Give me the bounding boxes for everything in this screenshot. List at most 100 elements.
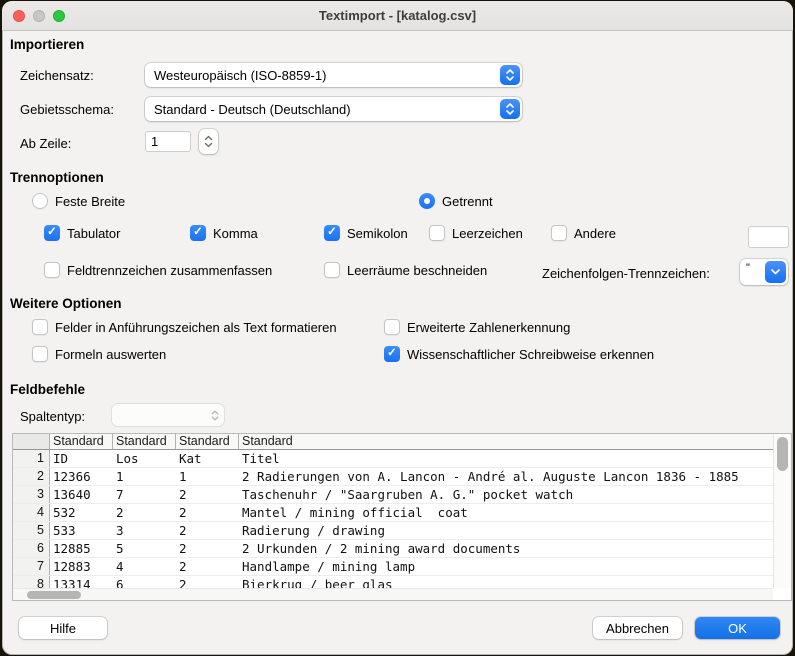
chevron-up-down-icon <box>500 65 520 85</box>
string-delimiter-label: Zeichenfolgen-Trennzeichen: <box>542 266 710 281</box>
charset-label: Zeichensatz: <box>20 68 94 83</box>
charset-select[interactable]: Westeuropäisch (ISO-8859-1) <box>145 63 522 87</box>
cell: Handlampe / mining lamp <box>239 558 773 575</box>
locale-select[interactable]: Standard - Deutsch (Deutschland) <box>145 97 522 121</box>
other-separator-input[interactable] <box>748 226 789 248</box>
cell: 2 <box>176 504 239 521</box>
cell: 2 Radierungen von A. Lancon - André al. … <box>239 468 773 485</box>
vertical-scrollbar-thumb[interactable] <box>777 437 788 471</box>
andere-label: Andere <box>574 226 616 241</box>
cell: 2 <box>176 558 239 575</box>
locale-label: Gebietsschema: <box>20 102 114 117</box>
komma-label: Komma <box>213 226 258 241</box>
tabulator-option: ✓ Tabulator <box>44 225 120 241</box>
special-numbers-label: Erweiterte Zahlenerkennung <box>407 320 570 335</box>
leerzeichen-label: Leerzeichen <box>452 226 523 241</box>
table-header-row: Standard Standard Standard Standard <box>13 434 773 450</box>
section-separator-title: Trennoptionen <box>10 170 104 185</box>
tabulator-checkbox[interactable]: ✓ <box>44 225 60 241</box>
section-import-title: Importieren <box>10 37 84 52</box>
column-header[interactable]: Standard <box>176 434 239 449</box>
charset-value: Westeuropäisch (ISO-8859-1) <box>145 68 500 83</box>
preview-grid: Standard Standard Standard Standard 1 ID… <box>13 434 773 588</box>
help-button[interactable]: Hilfe <box>19 617 107 639</box>
cell: Bierkrug / beer glas <box>239 576 773 588</box>
chevron-down-icon <box>765 261 786 283</box>
andere-option: ✓ Andere <box>551 225 616 241</box>
fixed-width-radio[interactable] <box>32 193 48 209</box>
cell: ID <box>50 450 113 467</box>
cell: Los <box>113 450 176 467</box>
cell: 5 <box>113 540 176 557</box>
cell: 3 <box>113 522 176 539</box>
close-button[interactable] <box>13 10 25 22</box>
separated-label: Getrennt <box>442 194 493 209</box>
semikolon-checkbox[interactable]: ✓ <box>324 225 340 241</box>
horizontal-scrollbar-thumb[interactable] <box>27 591 81 599</box>
separated-radio[interactable] <box>419 193 435 209</box>
merge-delimiters-checkbox[interactable]: ✓ <box>44 262 60 278</box>
column-header[interactable]: Standard <box>113 434 176 449</box>
from-row-stepper[interactable] <box>199 129 218 154</box>
cell: 1 <box>113 468 176 485</box>
row-number: 5 <box>13 522 50 539</box>
cell: 2 <box>176 522 239 539</box>
cell: 13314 <box>50 576 113 588</box>
ok-button[interactable]: OK <box>695 617 780 639</box>
table-row: 8 13314 6 2 Bierkrug / beer glas <box>13 576 773 588</box>
evaluate-formulas-label: Formeln auswerten <box>55 347 166 362</box>
title-bar[interactable]: Textimport - [katalog.csv] <box>2 1 793 31</box>
cell: Kat <box>176 450 239 467</box>
trim-spaces-checkbox[interactable]: ✓ <box>324 262 340 278</box>
quoted-as-text-checkbox[interactable]: ✓ <box>32 319 48 335</box>
chevron-up-down-icon <box>211 410 219 421</box>
section-more-title: Weitere Optionen <box>10 296 122 311</box>
checkmark-icon: ✓ <box>387 348 397 360</box>
evaluate-formulas-checkbox[interactable]: ✓ <box>32 346 48 362</box>
table-row: 1 ID Los Kat Titel <box>13 450 773 468</box>
string-delimiter-combo[interactable]: " <box>740 259 788 285</box>
special-numbers-option: ✓ Erweiterte Zahlenerkennung <box>384 319 570 335</box>
scientific-notation-checkbox[interactable]: ✓ <box>384 346 400 362</box>
fixed-width-option: Feste Breite <box>32 193 125 209</box>
scientific-notation-label: Wissenschaftlicher Schreibweise erkennen <box>407 347 654 362</box>
table-row: 4 532 2 2 Mantel / mining official coat <box>13 504 773 522</box>
row-number: 7 <box>13 558 50 575</box>
cell: 4 <box>113 558 176 575</box>
from-row-input[interactable] <box>145 131 191 152</box>
table-row: 6 12885 5 2 2 Urkunden / 2 mining award … <box>13 540 773 558</box>
textimport-dialog: Textimport - [katalog.csv] Importieren Z… <box>2 1 793 655</box>
row-number: 6 <box>13 540 50 557</box>
cell: 2 Urkunden / 2 mining award documents <box>239 540 773 557</box>
cell: 1 <box>176 468 239 485</box>
cell: 2 <box>113 504 176 521</box>
komma-checkbox[interactable]: ✓ <box>190 225 206 241</box>
checkmark-icon: ✓ <box>327 227 337 239</box>
leerzeichen-checkbox[interactable]: ✓ <box>429 225 445 241</box>
horizontal-scrollbar[interactable] <box>13 588 773 600</box>
cell: 12885 <box>50 540 113 557</box>
window-title: Textimport - [katalog.csv] <box>319 8 476 23</box>
evaluate-formulas-option: ✓ Formeln auswerten <box>32 346 166 362</box>
andere-checkbox[interactable]: ✓ <box>551 225 567 241</box>
merge-delimiters-label: Feldtrennzeichen zusammenfassen <box>67 263 272 278</box>
vertical-scrollbar[interactable] <box>773 434 791 588</box>
scientific-notation-option: ✓ Wissenschaftlicher Schreibweise erkenn… <box>384 346 654 362</box>
trim-spaces-label: Leerräume beschneiden <box>347 263 487 278</box>
cell: 533 <box>50 522 113 539</box>
cancel-button[interactable]: Abbrechen <box>593 617 682 639</box>
separated-option: Getrennt <box>419 193 493 209</box>
from-row-label: Ab Zeile: <box>20 136 71 151</box>
column-header[interactable]: Standard <box>50 434 113 449</box>
cell: Taschenuhr / "Saargruben A. G." pocket w… <box>239 486 773 503</box>
cell: 13640 <box>50 486 113 503</box>
zoom-button[interactable] <box>53 10 65 22</box>
cell: 7 <box>113 486 176 503</box>
cell: Radierung / drawing <box>239 522 773 539</box>
preview-table: Standard Standard Standard Standard 1 ID… <box>12 433 792 601</box>
special-numbers-checkbox[interactable]: ✓ <box>384 319 400 335</box>
minimize-button <box>33 10 45 22</box>
checkmark-icon: ✓ <box>193 227 203 239</box>
column-header[interactable]: Standard <box>239 434 773 449</box>
row-number: 1 <box>13 450 50 467</box>
